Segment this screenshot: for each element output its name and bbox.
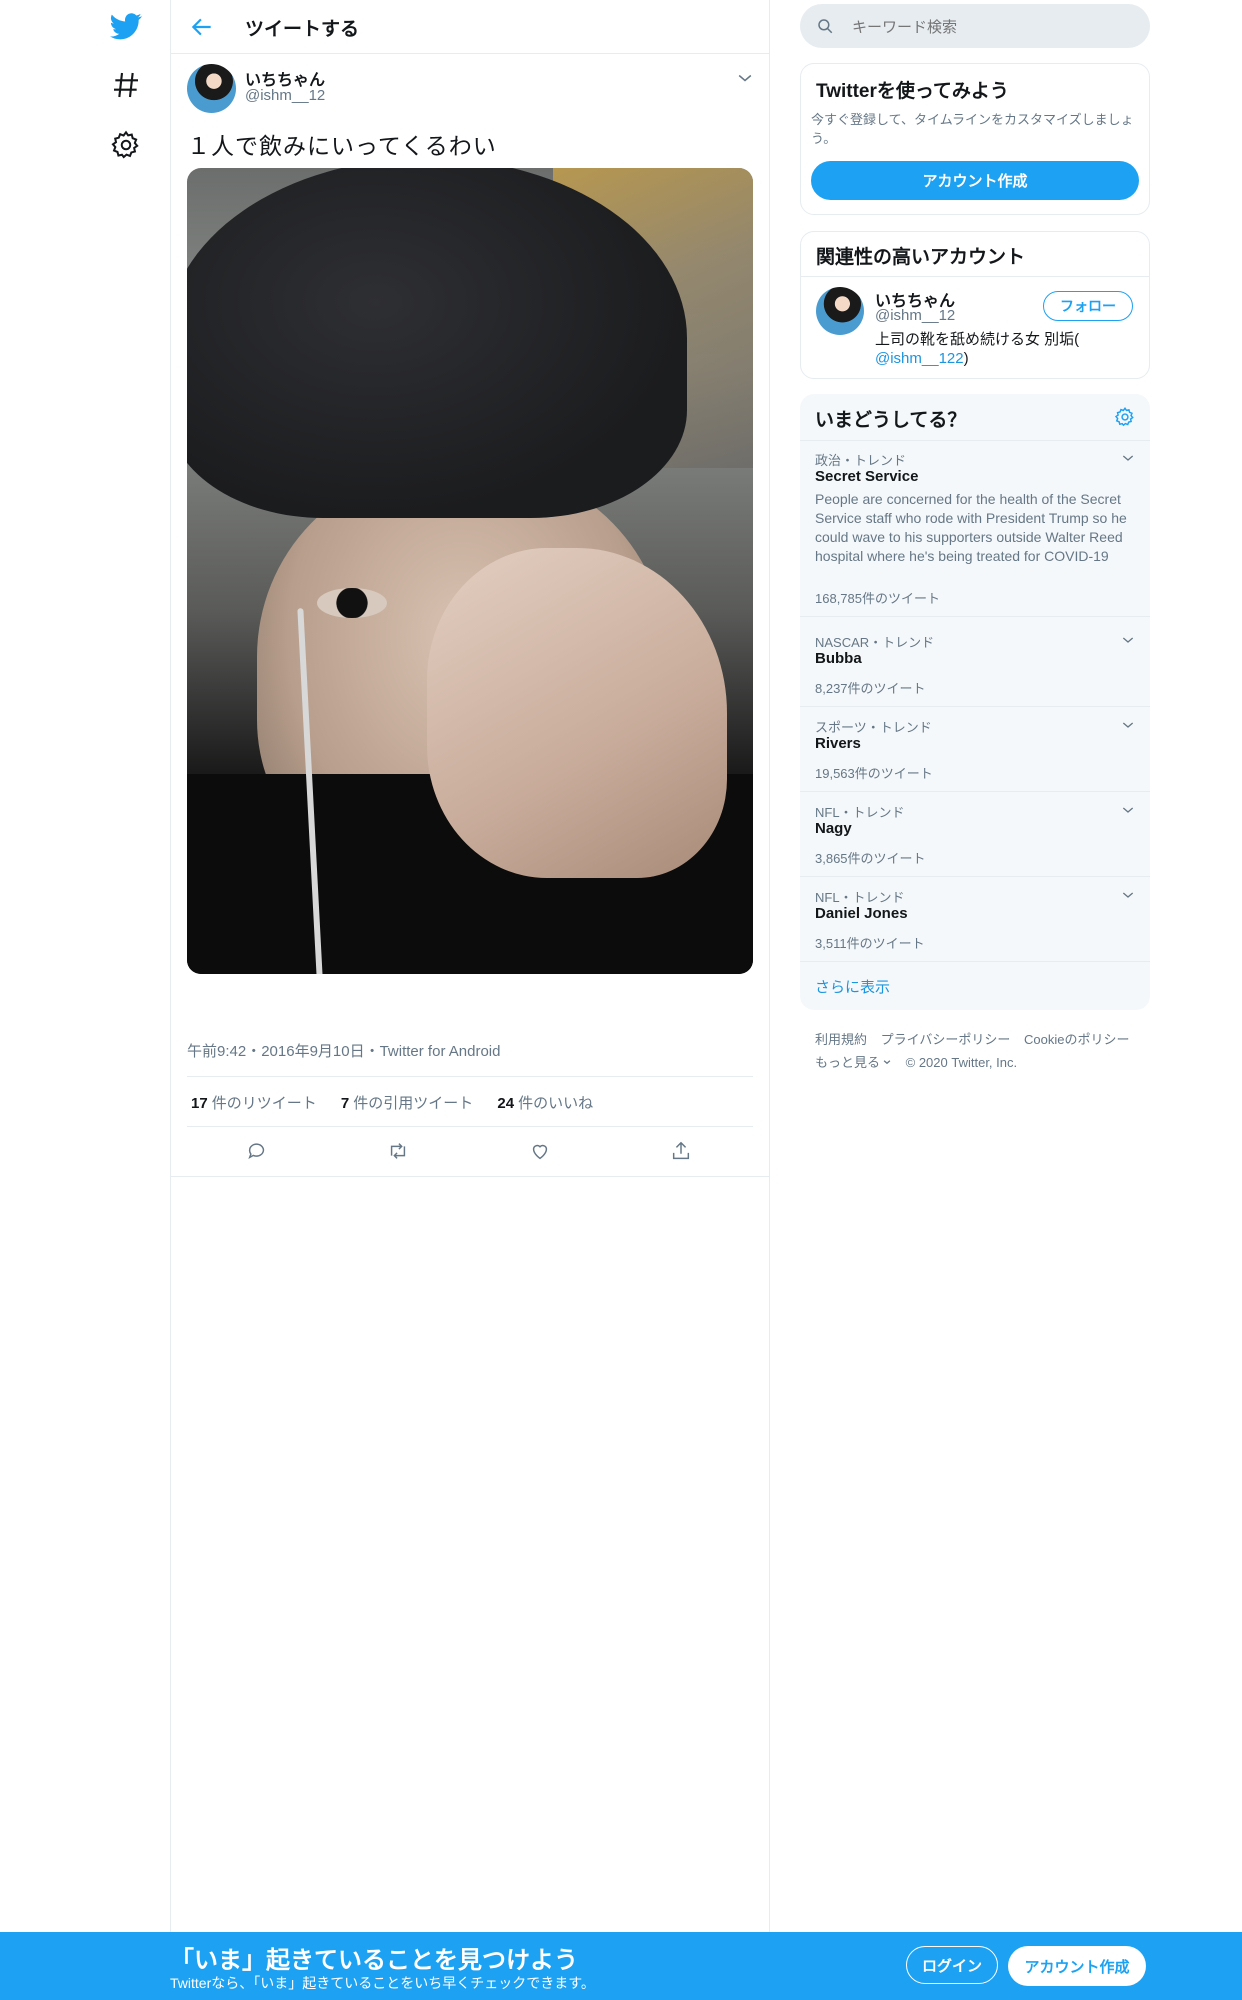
trend-name: Rivers: [815, 735, 861, 752]
footer-link[interactable]: 利用規約: [815, 1032, 867, 1047]
share-icon[interactable]: [670, 1140, 694, 1164]
chevron-down-icon[interactable]: [1120, 632, 1136, 648]
trend-item[interactable]: NFL・トレンド Nagy 3,865件のツイート: [800, 792, 1150, 877]
retweet-count[interactable]: 17 件のリツイート: [191, 1095, 317, 1112]
show-more-link[interactable]: さらに表示: [815, 976, 890, 997]
reply-icon[interactable]: [246, 1140, 270, 1164]
retweet-icon[interactable]: [387, 1140, 411, 1164]
trend-item[interactable]: スポーツ・トレンド Rivers 19,563件のツイート: [800, 707, 1150, 792]
quote-count[interactable]: 7 件の引用ツイート: [341, 1095, 473, 1112]
chevron-down-icon[interactable]: [1120, 802, 1136, 818]
tweet-actions: [187, 1140, 753, 1166]
photo-eye-left: [317, 588, 387, 618]
search-box: [800, 4, 1150, 48]
signup-card: Twitterを使ってみよう 今すぐ登録して、タイムラインをカスタマイズしましょ…: [800, 63, 1150, 215]
search-input[interactable]: [850, 14, 1134, 40]
avatar[interactable]: [816, 287, 864, 335]
trend-item[interactable]: NASCAR・トレンド Bubba 8,237件のツイート: [800, 622, 1150, 707]
divider: [187, 1076, 753, 1077]
signup-card-title: Twitterを使ってみよう: [816, 81, 1009, 102]
follow-button[interactable]: フォロー: [1043, 291, 1133, 321]
chevron-down-icon: [883, 1060, 891, 1065]
tweet-timestamp[interactable]: 午前9:42・2016年9月10日・Twitter for Android: [187, 1040, 500, 1061]
chevron-down-icon[interactable]: [1120, 450, 1136, 466]
trend-name: Secret Service: [815, 468, 919, 485]
trend-category: NASCAR・トレンド: [815, 635, 935, 650]
divider: [171, 1176, 769, 1177]
chevron-down-icon[interactable]: [1120, 717, 1136, 733]
back-arrow-icon[interactable]: [189, 14, 215, 40]
trend-name: Bubba: [815, 650, 862, 667]
related-title: 関連性の高いアカウント: [816, 247, 1026, 268]
main-header: ツイートする: [171, 0, 769, 54]
banner-subtitle: Twitterなら、「いま」起きていることをいち早くチェックできます。: [170, 1975, 595, 1991]
chevron-down-icon[interactable]: [735, 68, 755, 88]
trend-count: 3,511件のツイート: [815, 936, 925, 951]
author-handle[interactable]: @ishm__12: [245, 87, 325, 104]
trend-item[interactable]: 政治・トレンド Secret Service People are concer…: [800, 440, 1150, 617]
bottom-banner: 「いま」起きていることを見つけよう Twitterなら、「いま」起きていることを…: [0, 1932, 1242, 2000]
trend-item[interactable]: NFL・トレンド Daniel Jones 3,511件のツイート: [800, 877, 1150, 962]
gear-icon[interactable]: [110, 129, 142, 161]
divider: [801, 276, 1149, 277]
trends-panel: いまどうしてる？ 政治・トレンド Secret Service People a…: [800, 394, 1150, 1010]
footer-links: 利用規約 プライバシーポリシー Cookieのポリシー もっと見る © 2020…: [815, 1028, 1145, 1074]
page-title: ツイートする: [245, 19, 360, 40]
divider: [187, 1126, 753, 1127]
copyright: © 2020 Twitter, Inc.: [905, 1055, 1018, 1070]
create-account-button[interactable]: アカウント作成: [811, 161, 1139, 200]
trends-title: いまどうしてる？: [815, 410, 967, 431]
main-column: ツイートする いちちゃん @ishm__12 １人で飲みにいってくるわい 午前9…: [170, 0, 770, 1932]
related-bio: 上司の靴を舐め続ける女 別垢(@ishm__122): [875, 331, 1080, 367]
trend-name: Nagy: [815, 820, 852, 837]
tweet-stats: 17 件のリツイート 7 件の引用ツイート 24 件のいいね: [191, 1092, 613, 1113]
bio-link[interactable]: @ishm__122: [875, 350, 964, 367]
trend-desc: People are concerned for the health of t…: [815, 491, 1127, 564]
photo-hand: [427, 548, 727, 878]
related-accounts-card: 関連性の高いアカウント いちちゃん @ishm__12 フォロー 上司の靴を舐め…: [800, 231, 1150, 379]
like-icon[interactable]: [529, 1140, 553, 1164]
trend-name: Daniel Jones: [815, 905, 908, 922]
footer-link[interactable]: プライバシーポリシー: [881, 1032, 1011, 1047]
trend-category: スポーツ・トレンド: [815, 720, 932, 735]
hashtag-icon[interactable]: [110, 69, 142, 101]
chevron-down-icon[interactable]: [1120, 887, 1136, 903]
related-handle[interactable]: @ishm__12: [875, 307, 955, 324]
trend-category: NFL・トレンド: [815, 890, 905, 905]
signup-card-desc: 今すぐ登録して、タイムラインをカスタマイズしましょう。: [811, 112, 1134, 146]
trend-count: 19,563件のツイート: [815, 766, 933, 781]
trend-count: 3,865件のツイート: [815, 851, 926, 866]
trend-category: 政治・トレンド: [815, 453, 907, 468]
banner-headline: 「いま」起きていることを見つけよう: [170, 1947, 578, 1974]
trend-count: 8,237件のツイート: [815, 681, 926, 696]
footer-more[interactable]: もっと見る: [815, 1055, 892, 1070]
tweet-photo[interactable]: [187, 168, 753, 974]
trend-category: NFL・トレンド: [815, 805, 905, 820]
trends-settings-gear-icon[interactable]: [1114, 406, 1136, 428]
like-count[interactable]: 24 件のいいね: [497, 1095, 593, 1112]
footer-link[interactable]: Cookieのポリシー: [1024, 1032, 1129, 1047]
twitter-bird-icon[interactable]: [110, 10, 142, 42]
login-button[interactable]: ログイン: [906, 1946, 998, 1984]
signup-button[interactable]: アカウント作成: [1008, 1946, 1146, 1986]
photo-hat: [187, 168, 687, 518]
trend-count: 168,785件のツイート: [815, 591, 940, 606]
search-icon: [818, 19, 833, 34]
avatar[interactable]: [187, 64, 236, 113]
tweet-text: １人で飲みにいってくるわい: [187, 133, 497, 159]
